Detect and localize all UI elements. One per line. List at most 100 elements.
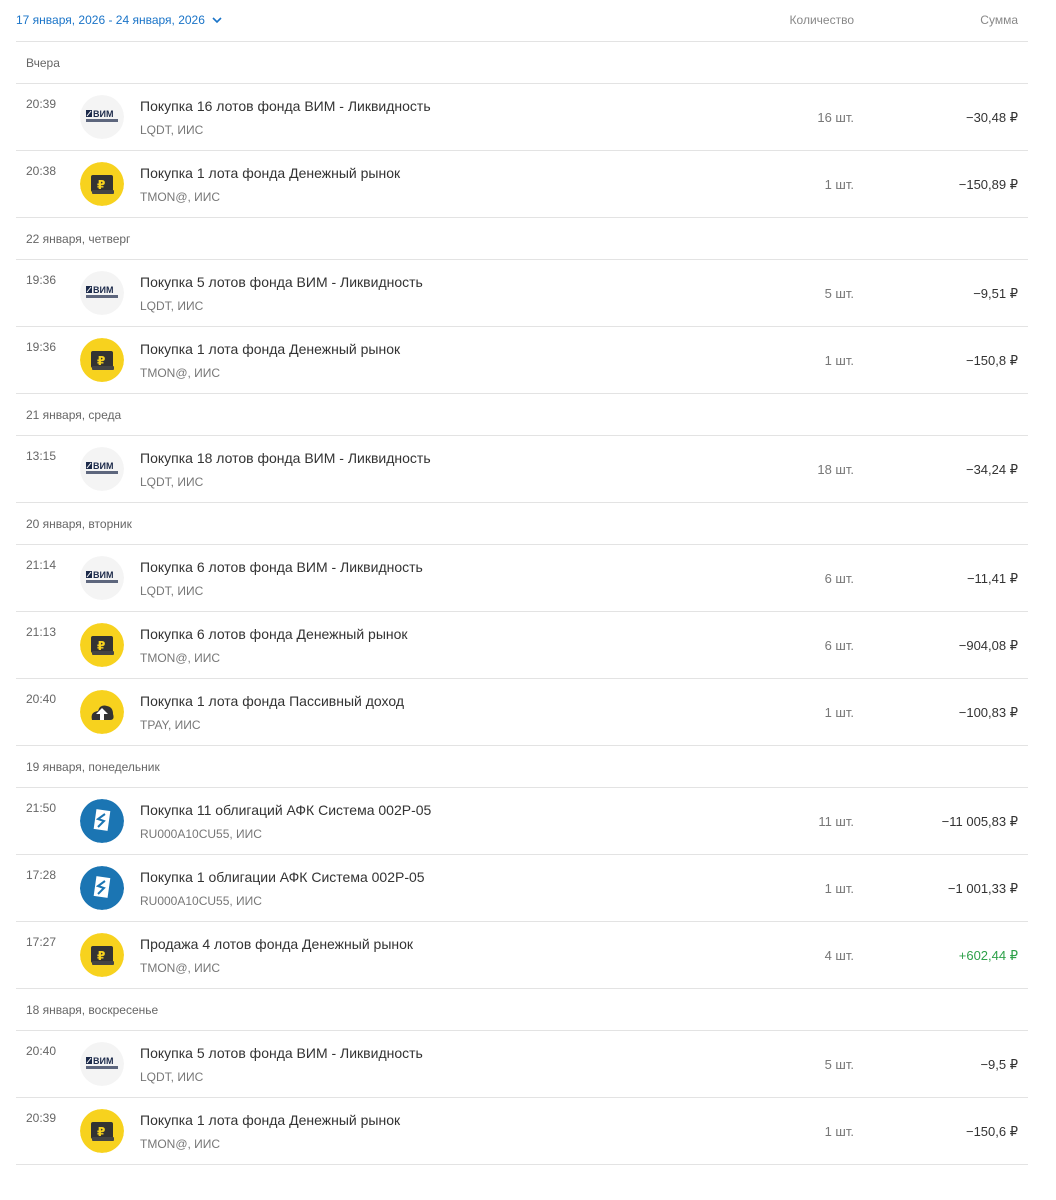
- operation-time: 20:40: [26, 1044, 57, 1058]
- operation-sum: −30,48 ₽: [965, 110, 1018, 125]
- operation-row[interactable]: 21:50 Покупка 11 облигаций АФК Система 0…: [16, 788, 1028, 855]
- operation-ticker: TPAY, ИИС: [140, 718, 201, 732]
- date-range-label: 17 января, 2026 - 24 января, 2026: [16, 13, 205, 27]
- operation-sum: −34,24 ₽: [965, 462, 1018, 477]
- operation-row[interactable]: 13:15 ВИМ Покупка 18 лотов фонда ВИМ - Л…: [16, 436, 1028, 503]
- operation-row[interactable]: 20:40 Покупка 1 лота фонда Пассивный дох…: [16, 679, 1028, 746]
- operation-title: Покупка 5 лотов фонда ВИМ - Ликвидность: [140, 274, 423, 290]
- operation-time: 20:38: [26, 164, 57, 178]
- operation-quantity: 1 шт.: [824, 353, 854, 368]
- operation-ticker: RU000A10CU55, ИИС: [140, 827, 262, 841]
- date-group-header: 19 января, понедельник: [16, 746, 1028, 788]
- operation-ticker: TMON@, ИИС: [140, 1137, 221, 1151]
- date-range-picker[interactable]: 17 января, 2026 - 24 января, 2026: [16, 13, 223, 27]
- vim-logo-icon: ВИМ: [80, 556, 124, 600]
- operation-sum: −904,08 ₽: [958, 638, 1018, 653]
- operation-time: 19:36: [26, 340, 57, 354]
- operation-time: 21:50: [26, 801, 57, 815]
- vim-logo-icon: ВИМ: [80, 271, 124, 315]
- operation-row[interactable]: 17:28 Покупка 1 облигации АФК Система 00…: [16, 855, 1028, 922]
- operation-quantity: 6 шт.: [824, 571, 854, 586]
- operation-title: Покупка 1 лота фонда Пассивный доход: [140, 693, 405, 709]
- date-group-label: 19 января, понедельник: [26, 760, 160, 774]
- operation-time: 17:27: [26, 935, 57, 949]
- operation-ticker: TMON@, ИИС: [140, 366, 221, 380]
- operation-time: 20:39: [26, 97, 57, 111]
- chevron-down-icon: [212, 17, 222, 24]
- svg-text:₽: ₽: [97, 354, 105, 368]
- operation-ticker: TMON@, ИИС: [140, 651, 221, 665]
- list-header: 17 января, 2026 - 24 января, 2026 Количе…: [16, 0, 1028, 42]
- svg-text:ВИМ: ВИМ: [93, 1056, 113, 1066]
- operation-quantity: 11 шт.: [818, 814, 854, 829]
- operation-ticker: TMON@, ИИС: [140, 961, 221, 975]
- operation-title: Покупка 1 облигации АФК Система 002P-05: [140, 869, 425, 885]
- operation-title: Покупка 1 лота фонда Денежный рынок: [140, 1112, 401, 1128]
- operation-row[interactable]: 19:36 ₽ Покупка 1 лота фонда Денежный ры…: [16, 327, 1028, 394]
- operation-groups: Вчера 20:39 ВИМ Покупка 16 лотов фонда В…: [16, 42, 1028, 1165]
- operation-sum: −100,83 ₽: [958, 705, 1018, 720]
- operation-time: 20:40: [26, 692, 57, 706]
- operation-sum: −9,5 ₽: [980, 1057, 1018, 1072]
- operation-title: Покупка 1 лота фонда Денежный рынок: [140, 341, 401, 357]
- operation-row[interactable]: 20:39 ВИМ Покупка 16 лотов фонда ВИМ - Л…: [16, 84, 1028, 151]
- operation-sum: −150,8 ₽: [965, 353, 1018, 368]
- operation-quantity: 1 шт.: [824, 705, 854, 720]
- operation-row[interactable]: 19:36 ВИМ Покупка 5 лотов фонда ВИМ - Ли…: [16, 260, 1028, 327]
- operation-time: 13:15: [26, 449, 57, 463]
- column-header-sum: Сумма: [980, 13, 1018, 27]
- operation-time: 17:28: [26, 868, 57, 882]
- operation-row[interactable]: 20:40 ВИМ Покупка 5 лотов фонда ВИМ - Ли…: [16, 1031, 1028, 1098]
- operation-ticker: TMON@, ИИС: [140, 190, 221, 204]
- operation-sum: −150,89 ₽: [958, 177, 1018, 192]
- operation-row[interactable]: 20:38 ₽ Покупка 1 лота фонда Денежный ры…: [16, 151, 1028, 218]
- operation-ticker: LQDT, ИИС: [140, 299, 204, 313]
- operation-time: 20:39: [26, 1111, 57, 1125]
- operation-title: Покупка 11 облигаций АФК Система 002P-05: [140, 802, 432, 818]
- tmon-logo-icon: ₽: [80, 338, 124, 382]
- svg-text:ВИМ: ВИМ: [93, 461, 113, 471]
- operation-quantity: 6 шт.: [824, 638, 854, 653]
- date-group-label: 22 января, четверг: [26, 232, 131, 246]
- operation-quantity: 5 шт.: [824, 1057, 854, 1072]
- operation-sum: −1 001,33 ₽: [947, 881, 1018, 896]
- operation-title: Покупка 6 лотов фонда ВИМ - Ликвидность: [140, 559, 423, 575]
- operation-ticker: RU000A10CU55, ИИС: [140, 894, 262, 908]
- date-group-header: 18 января, воскресенье: [16, 989, 1028, 1031]
- vim-logo-icon: ВИМ: [80, 95, 124, 139]
- tmon-logo-icon: ₽: [80, 162, 124, 206]
- date-group-header: 20 января, вторник: [16, 503, 1028, 545]
- operations-list: 17 января, 2026 - 24 января, 2026 Количе…: [16, 0, 1028, 1165]
- operation-title: Продажа 4 лотов фонда Денежный рынок: [140, 936, 414, 952]
- operation-sum: −11,41 ₽: [966, 571, 1018, 586]
- operation-row[interactable]: 21:14 ВИМ Покупка 6 лотов фонда ВИМ - Ли…: [16, 545, 1028, 612]
- operation-sum: −9,51 ₽: [973, 286, 1018, 301]
- date-group-label: 18 января, воскресенье: [26, 1003, 159, 1017]
- operation-row[interactable]: 17:27 ₽ Продажа 4 лотов фонда Денежный р…: [16, 922, 1028, 989]
- operation-title: Покупка 16 лотов фонда ВИМ - Ликвидность: [140, 98, 431, 114]
- date-group-header: 21 января, среда: [16, 394, 1028, 436]
- date-group-label: 21 января, среда: [26, 408, 122, 422]
- svg-text:₽: ₽: [97, 639, 105, 653]
- date-group-header: Вчера: [16, 42, 1028, 84]
- operation-quantity: 16 шт.: [817, 110, 854, 125]
- date-group-label: Вчера: [26, 56, 60, 70]
- operation-quantity: 4 шт.: [824, 948, 854, 963]
- operation-row[interactable]: 20:39 ₽ Покупка 1 лота фонда Денежный ры…: [16, 1098, 1028, 1165]
- operation-quantity: 1 шт.: [824, 177, 854, 192]
- operation-row[interactable]: 21:13 ₽ Покупка 6 лотов фонда Денежный р…: [16, 612, 1028, 679]
- operation-quantity: 5 шт.: [824, 286, 854, 301]
- svg-text:ВИМ: ВИМ: [93, 285, 113, 295]
- vim-logo-icon: ВИМ: [80, 447, 124, 491]
- operation-ticker: LQDT, ИИС: [140, 584, 204, 598]
- svg-text:₽: ₽: [97, 949, 105, 963]
- operation-ticker: LQDT, ИИС: [140, 475, 204, 489]
- operation-quantity: 18 шт.: [817, 462, 854, 477]
- operation-sum: −150,6 ₽: [965, 1124, 1018, 1139]
- svg-text:ВИМ: ВИМ: [93, 109, 113, 119]
- operation-time: 21:14: [26, 558, 57, 572]
- tpay-logo-icon: [80, 690, 124, 734]
- tmon-logo-icon: ₽: [80, 1109, 124, 1153]
- column-header-quantity: Количество: [789, 13, 854, 27]
- operation-title: Покупка 18 лотов фонда ВИМ - Ликвидность: [140, 450, 431, 466]
